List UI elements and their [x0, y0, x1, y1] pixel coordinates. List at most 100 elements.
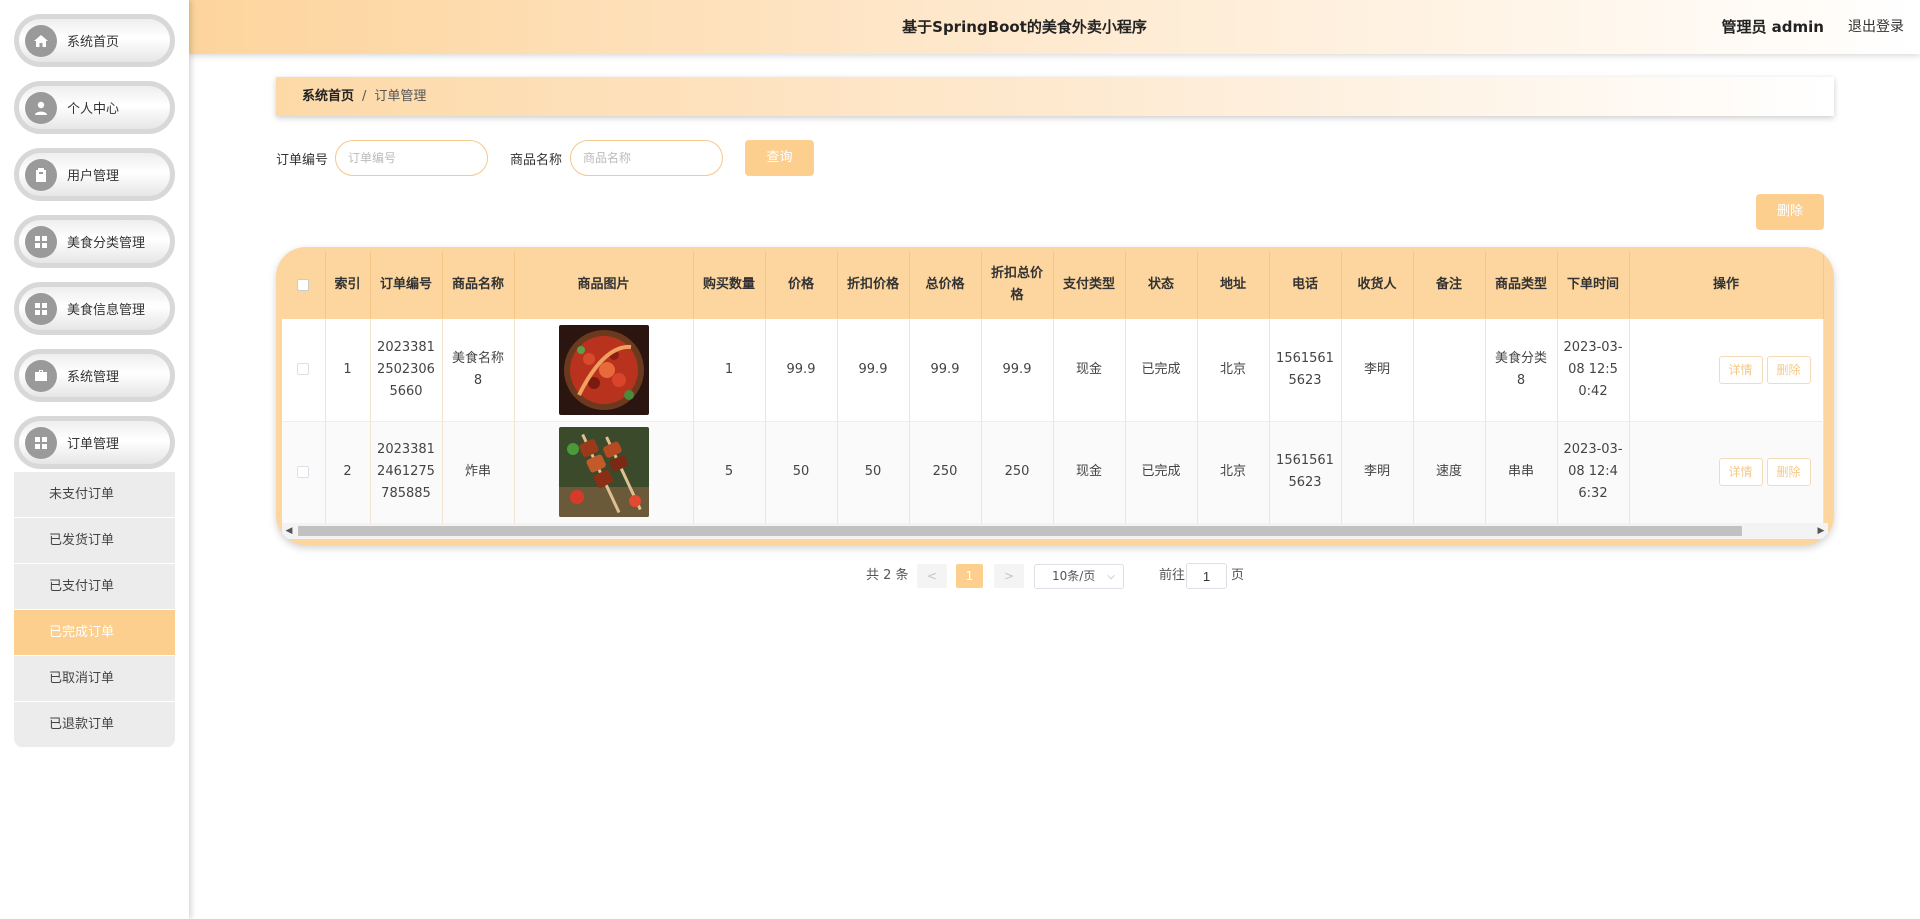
chevron-down-icon: ⌵ [1107, 571, 1115, 582]
cell-pay-type: 现金 [1053, 421, 1126, 524]
order-no-input[interactable] [335, 140, 488, 176]
cell-index: 1 [325, 319, 371, 422]
skewers-image[interactable] [558, 427, 649, 517]
grid-icon [25, 292, 57, 325]
column-header: 操作 [1629, 251, 1824, 319]
column-header: 下单时间 [1557, 251, 1630, 319]
column-header: 折扣总价格 [981, 251, 1054, 319]
menu-item-system-management[interactable]: 系统管理 [14, 349, 175, 402]
column-header: 索引 [325, 251, 371, 319]
cell-order-no: 20233812502306 5660 [370, 319, 443, 422]
submenu-item-paid[interactable]: 已支付订单 [14, 564, 175, 610]
column-header: 购买数量 [693, 251, 766, 319]
cell-discount-price: 99.9 [837, 319, 910, 422]
breadcrumb-home[interactable]: 系统首页 [302, 89, 354, 104]
clipboard-icon [25, 158, 57, 191]
column-header: 支付类型 [1053, 251, 1126, 319]
row-select-cell [282, 319, 326, 422]
cell-price: 99.9 [765, 319, 838, 422]
menu-item-user-management[interactable]: 用户管理 [14, 148, 175, 201]
cell-total-price: 250 [909, 421, 982, 524]
goto-label: 前往 [1159, 568, 1186, 583]
scroll-right-icon[interactable]: ▶ [1814, 523, 1828, 539]
grid-icon [25, 225, 57, 258]
cell-remark [1413, 319, 1486, 422]
column-header: 地址 [1197, 251, 1270, 319]
cell-phone: 15615615623 [1269, 319, 1342, 422]
cell-product-image [514, 421, 694, 524]
row-checkbox[interactable] [297, 465, 310, 478]
scrollbar-thumb[interactable] [298, 526, 1742, 536]
scroll-left-icon[interactable]: ◀ [282, 523, 296, 539]
current-user: 管理员 admin [1721, 18, 1824, 36]
cell-product-name: 美食名称8 [442, 319, 515, 422]
home-icon [25, 24, 57, 57]
cell-order-time: 2023-03-08 12:50:42 [1557, 319, 1630, 422]
logout-link[interactable]: 退出登录 [1848, 0, 1904, 54]
column-header: 折扣价格 [837, 251, 910, 319]
column-header: 价格 [765, 251, 838, 319]
column-header: 商品图片 [514, 251, 694, 319]
submenu-item-cancelled[interactable]: 已取消订单 [14, 656, 175, 702]
goto-unit: 页 [1231, 568, 1245, 583]
briefcase-icon [25, 359, 57, 392]
row-delete-button[interactable]: 删除 [1766, 355, 1811, 384]
submenu-item-unpaid[interactable]: 未支付订单 [14, 472, 175, 518]
page-number-1[interactable]: 1 [956, 564, 983, 588]
submenu-item-completed[interactable]: 已完成订单 [14, 610, 175, 656]
menu-item-order-management[interactable]: 订单管理 [14, 416, 175, 469]
table-header-row: 索引 订单编号 商品名称 商品图片 购买数量 价格 折扣价格 总价格 折扣总价格… [282, 251, 1824, 319]
prev-page-button[interactable]: < [917, 564, 947, 588]
submenu-item-shipped[interactable]: 已发货订单 [14, 518, 175, 564]
breadcrumb: 系统首页 / 订单管理 [276, 77, 1834, 116]
menu-item-label: 系统首页 [67, 35, 120, 50]
submenu-item-refunded[interactable]: 已退款订单 [14, 702, 175, 748]
cell-product-name: 炸串 [442, 421, 515, 524]
cell-status: 已完成 [1125, 421, 1198, 524]
cell-pay-type: 现金 [1053, 319, 1126, 422]
cell-status: 已完成 [1125, 319, 1198, 422]
breadcrumb-current: 订单管理 [374, 89, 427, 104]
page-size-select[interactable]: 10条/页 ⌵ [1034, 564, 1124, 589]
cell-quantity: 5 [693, 421, 766, 524]
batch-delete-button[interactable]: 删除 [1756, 194, 1824, 230]
table-row: 2 20233812461275785885 炸串 5 50 50 250 25… [282, 421, 1824, 524]
menu-item-food-category[interactable]: 美食分类管理 [14, 215, 175, 268]
cell-order-time: 2023-03-08 12:46:32 [1557, 421, 1630, 524]
sidebar: 系统首页 个人中心 用户管理 美食分类管理 美食信息管理 系统管理 订单管理 未… [0, 0, 189, 919]
horizontal-scrollbar[interactable]: ◀ ▶ [282, 523, 1828, 539]
order-no-label: 订单编号 [276, 153, 329, 168]
app-title: 基于SpringBoot的美食外卖小程序 [902, 18, 1147, 36]
detail-button[interactable]: 详情 [1718, 355, 1763, 384]
product-name-input[interactable] [570, 140, 723, 176]
menu-item-label: 美食信息管理 [67, 303, 146, 318]
goto-page-input[interactable] [1186, 563, 1227, 589]
menu-item-personal-center[interactable]: 个人中心 [14, 81, 175, 134]
chili-dish-image[interactable] [558, 324, 649, 415]
next-page-button[interactable]: > [994, 564, 1024, 588]
detail-button[interactable]: 详情 [1718, 458, 1763, 486]
order-table: 索引 订单编号 商品名称 商品图片 购买数量 价格 折扣价格 总价格 折扣总价格… [276, 247, 1834, 545]
menu-item-food-info[interactable]: 美食信息管理 [14, 282, 175, 335]
cell-quantity: 1 [693, 319, 766, 422]
pagination-total: 共 2 条 [866, 568, 909, 583]
row-delete-button[interactable]: 删除 [1766, 458, 1811, 486]
cell-remark: 速度 [1413, 421, 1486, 524]
row-select-cell [282, 421, 326, 524]
menu-item-home[interactable]: 系统首页 [14, 14, 175, 67]
table-row: 1 20233812502306 5660 美食名称8 1 99.9 99.9 … [282, 319, 1824, 422]
column-header: 备注 [1413, 251, 1486, 319]
menu-item-label: 用户管理 [67, 169, 120, 184]
order-submenu: 未支付订单 已发货订单 已支付订单 已完成订单 已取消订单 已退款订单 [14, 472, 175, 748]
query-button[interactable]: 查询 [745, 140, 814, 176]
cell-discount-price: 50 [837, 421, 910, 524]
column-header: 状态 [1125, 251, 1198, 319]
cell-actions: 详情 删除 [1629, 421, 1824, 524]
product-name-label: 商品名称 [510, 153, 563, 168]
cell-actions: 详情 删除 [1629, 319, 1824, 422]
row-checkbox[interactable] [297, 363, 310, 376]
cell-discount-total: 99.9 [981, 319, 1054, 422]
breadcrumb-separator: / [362, 89, 367, 104]
select-all-checkbox[interactable] [297, 278, 310, 291]
cell-address: 北京 [1197, 319, 1270, 422]
